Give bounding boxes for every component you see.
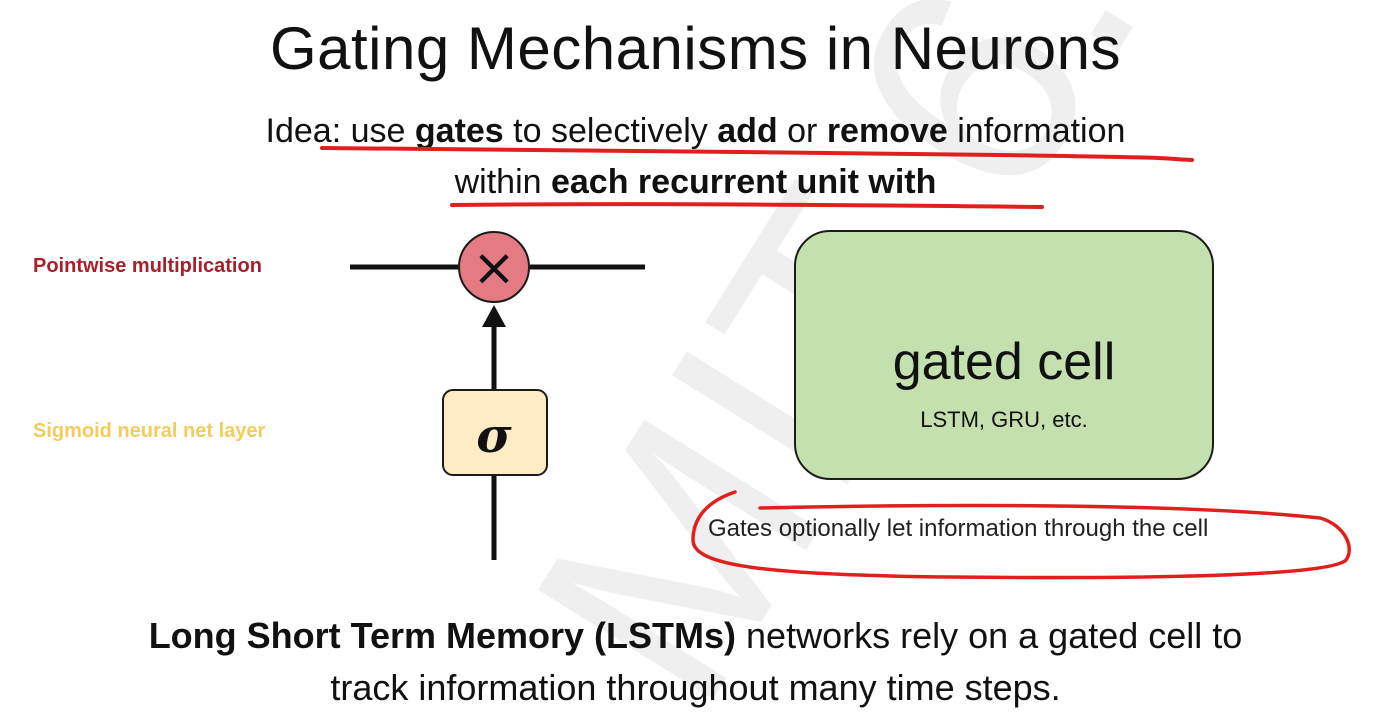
idea-add: add xyxy=(717,112,778,150)
idea-line-2: within each recurrent unit with xyxy=(0,163,1391,202)
sigmoid-layer-label: Sigmoid neural net layer xyxy=(33,420,266,442)
gates-note: Gates optionally let information through… xyxy=(708,515,1209,542)
idea-remove: remove xyxy=(826,112,948,150)
idea-each-recurrent-unit: each recurrent unit with xyxy=(550,163,937,201)
underline-idea-line-2 xyxy=(450,202,1044,209)
idea-to-selectively: to selectively xyxy=(503,112,718,150)
gate-diagram: × σ xyxy=(350,231,645,560)
pointwise-multiplication-label: Pointwise multiplication xyxy=(33,255,262,277)
idea-gates: gates xyxy=(414,112,504,150)
gated-cell-subtitle: LSTM, GRU, etc. xyxy=(920,407,1088,432)
idea-information: information xyxy=(947,112,1126,150)
idea-line-1: Idea: use gates to selectively add or re… xyxy=(0,112,1391,151)
arrow-head xyxy=(482,305,506,327)
sigma-symbol: σ xyxy=(476,408,512,464)
idea-or: or xyxy=(777,112,827,150)
idea-use: use xyxy=(350,112,415,150)
idea-prefix: Idea: xyxy=(265,112,351,150)
gated-cell-box: gated cell LSTM, GRU, etc. xyxy=(794,230,1214,480)
bottom-text-line-1: Long Short Term Memory (LSTMs) networks … xyxy=(0,615,1391,657)
bottom-text-line-2: track information throughout many time s… xyxy=(330,667,1061,708)
bottom-rest: networks rely on a gated cell to xyxy=(736,615,1243,656)
page-title: Gating Mechanisms in Neurons xyxy=(269,15,1122,82)
multiply-icon: × xyxy=(472,238,516,298)
gated-cell-title: gated cell xyxy=(892,333,1116,391)
bottom-lstm-bold: Long Short Term Memory (LSTMs) xyxy=(148,615,737,656)
idea-within: within xyxy=(454,163,551,201)
